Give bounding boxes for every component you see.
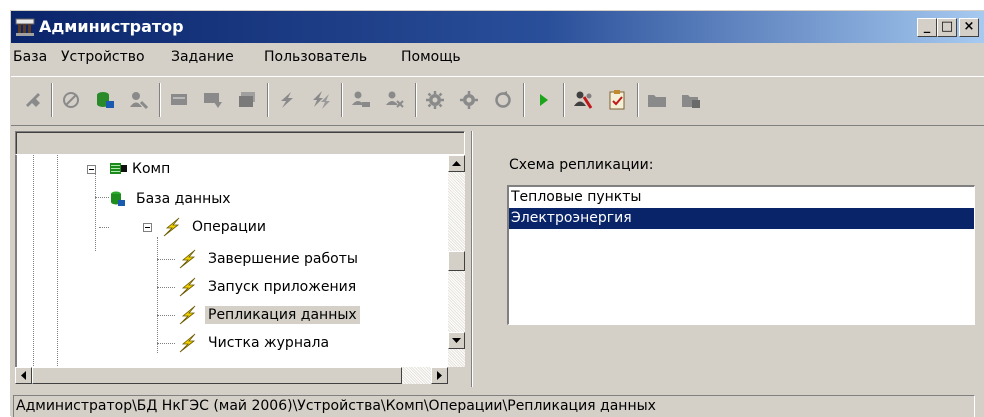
- tree-header-frame: [16, 132, 464, 154]
- cancel-icon[interactable]: [57, 85, 85, 115]
- toolbar-separator: [159, 83, 161, 117]
- disconnect-icon[interactable]: [19, 85, 47, 115]
- window-title: Администратор: [39, 17, 184, 36]
- tree-guide: [95, 197, 109, 198]
- tree-item-operations[interactable]: Операции: [161, 213, 269, 241]
- toolbar-separator: [51, 83, 53, 117]
- tree-collapse-toggle[interactable]: [87, 165, 96, 174]
- title-bar[interactable]: Администратор _ □ ×: [11, 11, 984, 43]
- arrow-left-icon: [20, 371, 26, 380]
- toolbar-separator: [637, 83, 639, 117]
- tree-item-app-start[interactable]: Запуск приложения: [177, 273, 359, 301]
- list-item[interactable]: Электроэнергия: [509, 208, 974, 229]
- arrow-up-icon: [452, 160, 461, 166]
- lightning-icon: [179, 249, 196, 269]
- tree-guide: [157, 287, 175, 288]
- tree-item-label: Операции: [192, 219, 266, 235]
- lightning-icon: [179, 305, 196, 325]
- maximize-button[interactable]: □: [937, 18, 957, 37]
- tree-item-replication[interactable]: Репликация данных: [177, 301, 360, 329]
- lightning-icon: [179, 277, 196, 297]
- lightning-double-icon[interactable]: [307, 85, 335, 115]
- app-icon: [15, 18, 35, 36]
- tree-vertical-scrollbar[interactable]: [448, 155, 465, 367]
- folder-open-icon[interactable]: [677, 85, 705, 115]
- user-remove-icon[interactable]: [381, 85, 409, 115]
- tree-item-database[interactable]: База данных: [109, 185, 234, 213]
- tree-guide: [95, 169, 96, 251]
- tree-guide: [157, 315, 175, 316]
- add-database-icon[interactable]: [91, 85, 119, 115]
- card-arrow-icon[interactable]: [199, 85, 227, 115]
- lightning-icon: [163, 217, 180, 237]
- tree-item-label: Чистка журнала: [208, 335, 330, 351]
- user-tools-icon[interactable]: [569, 85, 597, 115]
- replication-scheme-label: Схема репликации:: [509, 157, 654, 173]
- user-edit-icon[interactable]: [347, 85, 375, 115]
- gear-icon[interactable]: [421, 85, 449, 115]
- status-bar: Администратор\БД НкГЭС (май 2006)\Устрой…: [11, 393, 984, 417]
- scroll-left-button[interactable]: [15, 367, 32, 384]
- lightning-icon: [179, 333, 196, 353]
- arrow-right-icon: [436, 371, 442, 380]
- folder-icon[interactable]: [643, 85, 671, 115]
- run-icon[interactable]: [529, 85, 557, 115]
- tree-item-shutdown[interactable]: Завершение работы: [177, 245, 361, 273]
- toolbar-separator: [523, 83, 525, 117]
- tree-item-label: База данных: [136, 191, 231, 207]
- database-icon: [111, 191, 125, 206]
- tree-horizontal-scrollbar[interactable]: [15, 367, 448, 384]
- tree-guide: [157, 343, 175, 344]
- toolbar-separator: [341, 83, 343, 117]
- tree-collapse-toggle[interactable]: [143, 223, 152, 232]
- toolbar-separator: [267, 83, 269, 117]
- menu-bar: База Устройство Задание Пользователь Пом…: [11, 44, 984, 70]
- scroll-thumb[interactable]: [32, 367, 402, 384]
- list-item[interactable]: Тепловые пункты: [509, 187, 974, 208]
- arrow-down-icon: [452, 337, 461, 343]
- menu-user[interactable]: Пользователь: [264, 49, 367, 65]
- tree-item-log-cleanup[interactable]: Чистка журнала: [177, 329, 332, 357]
- tree-guide: [157, 259, 175, 260]
- tree-guide: [57, 155, 58, 383]
- status-path: Администратор\БД НкГЭС (май 2006)\Устрой…: [13, 395, 975, 417]
- tree-item-computer[interactable]: Комп: [109, 155, 173, 183]
- device-tree[interactable]: Комп База данных Операции Завершение раб…: [15, 155, 465, 384]
- menu-database[interactable]: База: [13, 49, 47, 65]
- tree-item-label: Завершение работы: [208, 251, 358, 267]
- gear-remove-icon[interactable]: [455, 85, 483, 115]
- replication-panel: Схема репликации: Тепловые пункты Электр…: [473, 131, 984, 387]
- lightning-icon[interactable]: [273, 85, 301, 115]
- tree-item-label: Комп: [132, 161, 171, 177]
- tree-guide: [99, 227, 109, 228]
- scroll-down-button[interactable]: [448, 332, 465, 349]
- add-user-icon[interactable]: [125, 85, 153, 115]
- tree-guide: [33, 155, 34, 383]
- scroll-thumb[interactable]: [448, 251, 465, 271]
- replication-scheme-list[interactable]: Тепловые пункты Электроэнергия: [507, 185, 975, 325]
- computer-icon: [110, 163, 127, 174]
- tree-guide: [157, 237, 158, 353]
- menu-help[interactable]: Помощь: [401, 49, 461, 65]
- card-stack-icon[interactable]: [233, 85, 261, 115]
- tree-item-label: Репликация данных: [205, 306, 360, 324]
- menu-task[interactable]: Задание: [171, 49, 234, 65]
- close-button[interactable]: ×: [959, 18, 979, 37]
- refresh-icon[interactable]: [489, 85, 517, 115]
- clipboard-check-icon[interactable]: [603, 85, 631, 115]
- scroll-right-button[interactable]: [431, 367, 448, 384]
- toolbar-separator: [563, 83, 565, 117]
- card-icon[interactable]: [165, 85, 193, 115]
- minimize-button[interactable]: _: [917, 18, 937, 37]
- scroll-up-button[interactable]: [448, 155, 465, 172]
- app-window: Администратор _ □ × База Устройство Зада…: [10, 10, 984, 417]
- tree-header: [15, 131, 465, 155]
- toolbar-separator: [415, 83, 417, 117]
- toolbar: [11, 76, 984, 126]
- menu-device[interactable]: Устройство: [61, 49, 145, 65]
- scrollbar-corner: [448, 367, 465, 384]
- tree-item-label: Запуск приложения: [208, 279, 357, 295]
